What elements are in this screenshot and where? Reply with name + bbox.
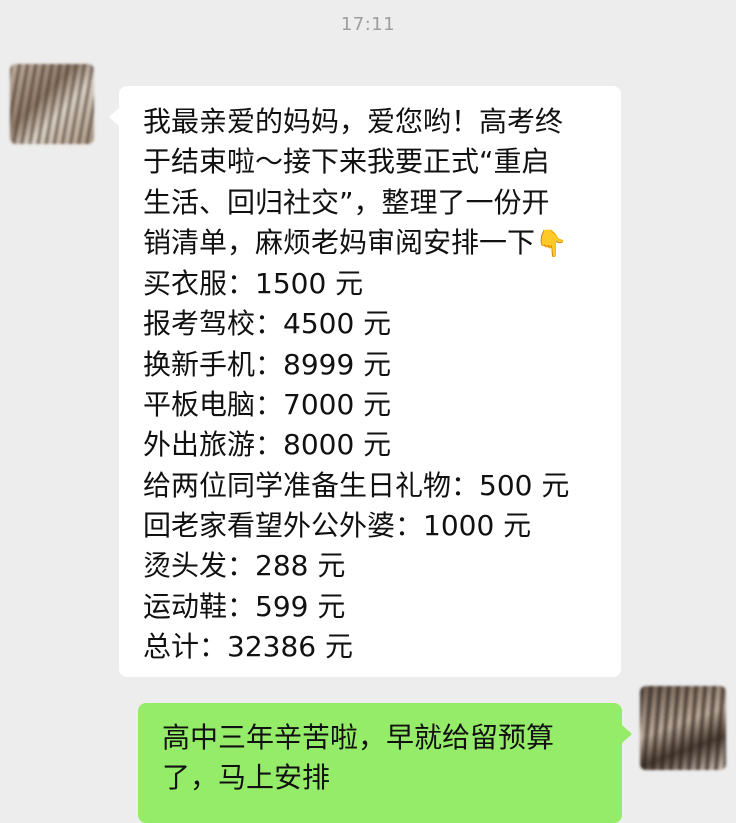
expense-item: 给两位同学准备生日礼物：500 元 bbox=[143, 468, 570, 502]
message-line: 高中三年辛苦啦，早就给留预算 bbox=[162, 721, 555, 754]
message-line: 了，马上安排 bbox=[162, 761, 331, 795]
user-avatar[interactable] bbox=[640, 686, 726, 770]
expense-item: 平板电脑：7000 元 bbox=[143, 388, 392, 422]
sender-avatar[interactable] bbox=[10, 64, 94, 144]
expense-item: 买衣服：1500 元 bbox=[143, 267, 364, 301]
pointing-down-emoji-icon: 👇 bbox=[535, 228, 568, 259]
expense-item: 烫头发：288 元 bbox=[143, 549, 346, 583]
expense-item: 外出旅游：8000 元 bbox=[143, 428, 392, 462]
message-line-with-emoji: 销清单，麻烦老妈审阅安排一下👇 bbox=[143, 223, 603, 264]
message-line: 于结束啦～接下来我要正式“重启 bbox=[143, 145, 550, 179]
expense-item: 回老家看望外公外婆：1000 元 bbox=[143, 508, 532, 542]
message-line-text: 销清单，麻烦老妈审阅安排一下 bbox=[143, 225, 536, 259]
message-timestamp: 17:11 bbox=[340, 14, 396, 35]
expense-total: 总计：32386 元 bbox=[143, 629, 353, 663]
message-line: 我最亲爱的妈妈，爱您哟！高考终 bbox=[143, 105, 564, 138]
expense-item: 运动鞋：599 元 bbox=[143, 589, 346, 623]
message-line: 生活、回归社交”，整理了一份开 bbox=[143, 185, 550, 219]
outgoing-message-bubble[interactable]: 高中三年辛苦啦，早就给留预算 了，马上安排 bbox=[138, 703, 632, 823]
expense-item: 报考驾校：4500 元 bbox=[143, 307, 392, 341]
expense-item: 换新手机：8999 元 bbox=[143, 347, 392, 381]
incoming-message-bubble[interactable]: 我最亲爱的妈妈，爱您哟！高考终 于结束啦～接下来我要正式“重启 生活、回归社交”… bbox=[109, 86, 621, 677]
